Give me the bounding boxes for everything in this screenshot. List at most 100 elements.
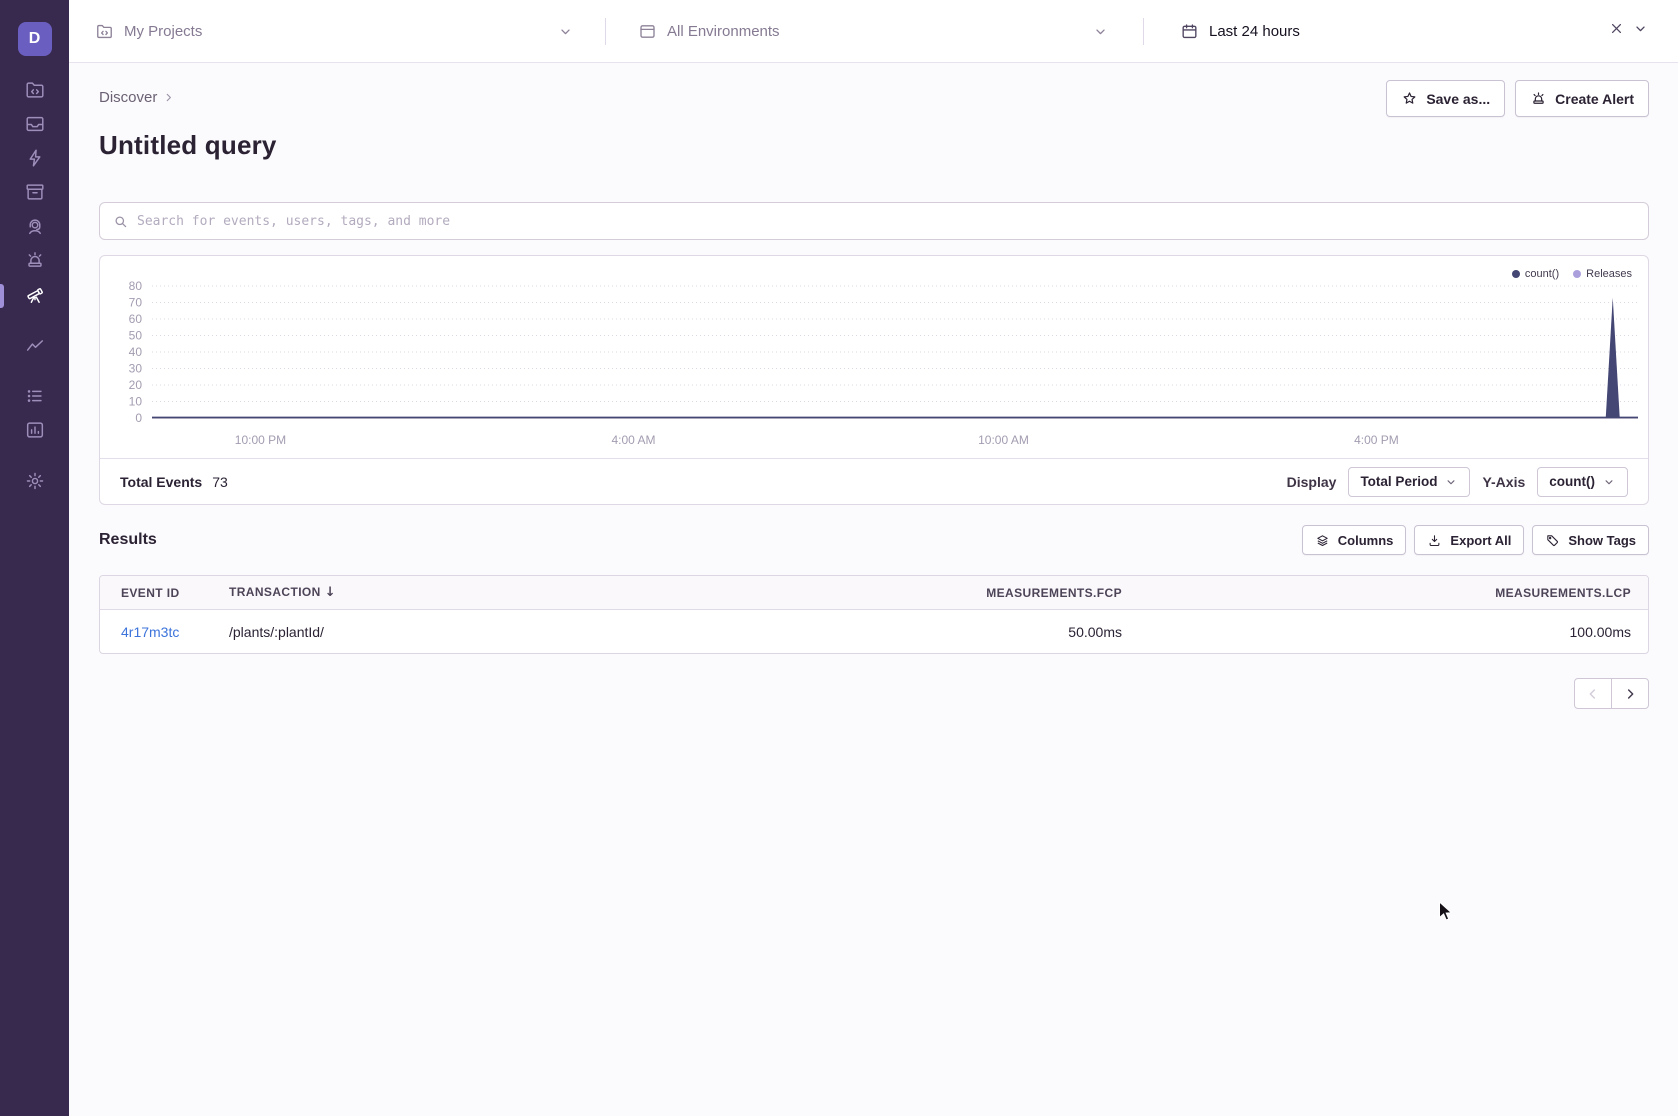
x-axis-tick-label: 10:00 PM xyxy=(235,433,286,447)
sidebar-item-discover[interactable] xyxy=(0,279,69,313)
event-id-link[interactable]: 4r17m3tc xyxy=(121,624,179,640)
x-axis-tick-label: 4:00 PM xyxy=(1354,433,1399,447)
column-header-measurements-fcp[interactable]: MEASUREMENTS.FCP xyxy=(790,586,1139,600)
column-header-measurements-lcp[interactable]: MEASUREMENTS.LCP xyxy=(1139,586,1648,600)
next-page-button[interactable] xyxy=(1611,678,1649,709)
tag-icon xyxy=(1545,533,1560,548)
y-axis-tick-label: 50 xyxy=(129,329,143,343)
export-all-button[interactable]: Export All xyxy=(1414,525,1524,555)
events-chart: 0102030405060708010:00 PM4:00 AM10:00 AM… xyxy=(100,256,1648,458)
y-axis-tick-label: 80 xyxy=(129,279,143,293)
cell-event-id: 4r17m3tc xyxy=(100,624,208,640)
create-alert-label: Create Alert xyxy=(1555,91,1634,107)
pagination xyxy=(99,678,1649,709)
legend-dot xyxy=(1573,270,1581,278)
chevron-down-icon xyxy=(1602,475,1616,489)
previous-page-button[interactable] xyxy=(1574,678,1612,709)
calendar-icon xyxy=(1180,22,1199,41)
sidebar-item-issues[interactable] xyxy=(0,109,69,143)
siren-icon xyxy=(24,249,46,276)
sidebar-nav xyxy=(0,75,69,500)
export-all-label: Export All xyxy=(1450,533,1511,548)
releases-archive-icon xyxy=(24,181,46,208)
environment-selector[interactable]: All Environments xyxy=(606,0,1143,62)
sidebar-item-stats[interactable] xyxy=(0,415,69,449)
gear-icon xyxy=(24,470,46,497)
cell-transaction: /plants/:plantId/ xyxy=(208,624,790,640)
telescope-icon xyxy=(24,283,46,310)
cell-measurements-lcp: 100.00ms xyxy=(1139,624,1648,640)
date-range-selector[interactable]: Last 24 hours xyxy=(1144,0,1678,62)
column-header-event-id[interactable]: EVENT ID xyxy=(100,586,208,600)
column-header-transaction[interactable]: TRANSACTION↓ xyxy=(208,585,790,600)
sidebar-item-metrics[interactable] xyxy=(0,330,69,364)
cell-measurements-fcp: 50.00ms xyxy=(790,624,1139,640)
y-axis-tick-label: 40 xyxy=(129,345,143,359)
sidebar-item-projects[interactable] xyxy=(0,75,69,109)
search-bar xyxy=(99,202,1649,240)
breadcrumb-discover-link[interactable]: Discover xyxy=(99,89,157,106)
siren-icon xyxy=(1530,90,1547,107)
legend-item-count[interactable]: count() xyxy=(1512,268,1559,280)
x-axis-tick-label: 4:00 AM xyxy=(611,433,655,447)
star-icon xyxy=(1401,90,1418,107)
y-axis-label: Y-Axis xyxy=(1482,474,1525,490)
legend-label: count() xyxy=(1525,268,1559,280)
show-tags-label: Show Tags xyxy=(1568,533,1636,548)
org-avatar[interactable]: D xyxy=(18,22,52,56)
sidebar-item-dashboards[interactable] xyxy=(0,381,69,415)
search-input[interactable] xyxy=(137,203,1636,239)
legend-item-releases[interactable]: Releases xyxy=(1573,268,1632,280)
sidebar-item-alerts[interactable] xyxy=(0,245,69,279)
project-selector-label: My Projects xyxy=(124,23,202,40)
table-header-row: EVENT IDTRANSACTION↓MEASUREMENTS.FCPMEAS… xyxy=(100,576,1648,610)
legend-label: Releases xyxy=(1586,268,1632,280)
chevron-down-icon[interactable] xyxy=(1632,20,1649,42)
project-selector[interactable]: My Projects xyxy=(69,0,605,62)
total-events-value: 73 xyxy=(212,474,228,490)
create-alert-button[interactable]: Create Alert xyxy=(1515,80,1649,117)
sidebar-item-releases[interactable] xyxy=(0,177,69,211)
sidebar-item-performance[interactable] xyxy=(0,143,69,177)
global-header: My Projects All Environments Last 24 hou… xyxy=(69,0,1678,63)
date-range-label: Last 24 hours xyxy=(1209,23,1300,40)
bar-chart-icon xyxy=(24,419,46,446)
line-chart-icon xyxy=(24,334,46,361)
sidebar: D xyxy=(0,0,69,1116)
columns-button[interactable]: Columns xyxy=(1302,525,1407,555)
search-icon xyxy=(112,213,129,230)
chevron-down-icon xyxy=(1444,475,1458,489)
count-series-spike xyxy=(1606,298,1620,418)
sidebar-item-settings[interactable] xyxy=(0,466,69,500)
results-heading: Results xyxy=(99,531,157,549)
page-title: Untitled query xyxy=(99,128,1649,162)
lightning-icon xyxy=(24,147,46,174)
chevron-down-icon xyxy=(1092,23,1109,40)
display-label: Display xyxy=(1287,474,1337,490)
chevron-right-icon xyxy=(161,90,176,105)
save-as-button[interactable]: Save as... xyxy=(1386,80,1505,117)
sort-desc-icon: ↓ xyxy=(325,585,336,600)
download-icon xyxy=(1427,533,1442,548)
chevron-right-icon xyxy=(1622,686,1638,702)
show-tags-button[interactable]: Show Tags xyxy=(1532,525,1649,555)
y-axis-select[interactable]: count() xyxy=(1537,467,1628,497)
list-icon xyxy=(24,385,46,412)
y-axis-tick-label: 30 xyxy=(129,362,143,376)
x-axis-tick-label: 10:00 AM xyxy=(978,433,1029,447)
projects-folder-icon xyxy=(95,22,114,41)
y-axis-tick-label: 20 xyxy=(129,378,143,392)
table-row: 4r17m3tc/plants/:plantId/50.00ms100.00ms xyxy=(100,610,1648,653)
events-chart-panel: count()Releases 0102030405060708010:00 P… xyxy=(99,255,1649,505)
projects-folder-icon xyxy=(24,79,46,106)
chevron-left-icon xyxy=(1585,686,1601,702)
layers-icon xyxy=(1315,533,1330,548)
environments-window-icon xyxy=(638,22,657,41)
y-axis-tick-label: 0 xyxy=(135,411,142,425)
chart-legend: count() Releases xyxy=(1512,268,1632,280)
display-select[interactable]: Total Period xyxy=(1348,467,1470,497)
columns-label: Columns xyxy=(1338,533,1394,548)
clear-date-icon[interactable] xyxy=(1608,20,1625,42)
sidebar-item-user-feedback[interactable] xyxy=(0,211,69,245)
y-axis-tick-label: 10 xyxy=(129,395,143,409)
